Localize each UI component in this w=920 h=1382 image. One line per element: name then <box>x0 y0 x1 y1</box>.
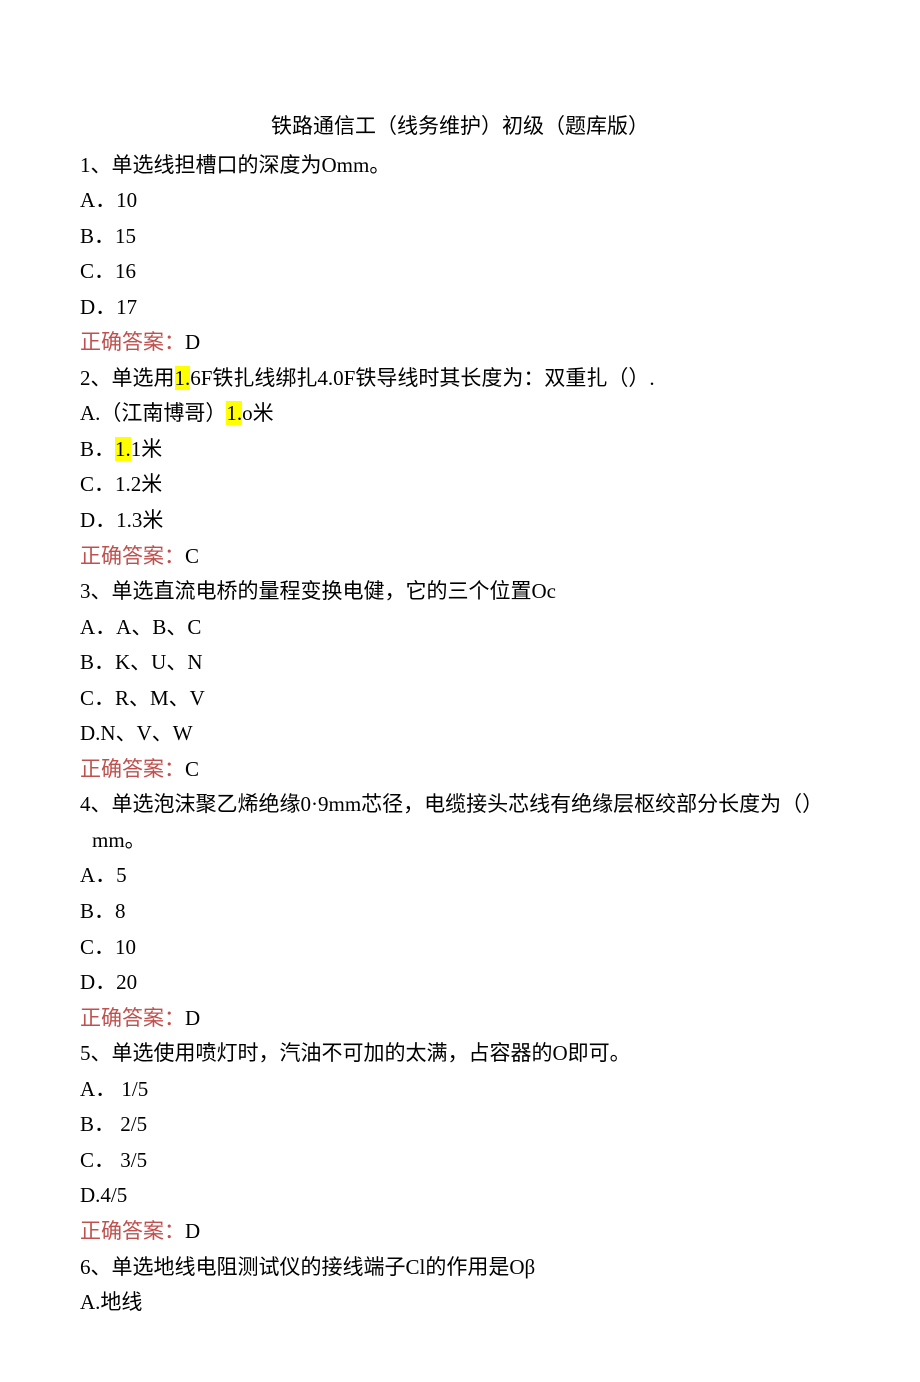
q2-b-post: 1米 <box>131 437 163 461</box>
q5-option-b: B． 2/5 <box>80 1108 840 1141</box>
q2-a-post: o米 <box>242 401 274 425</box>
q5-option-a: A． 1/5 <box>80 1073 840 1106</box>
q4-option-a: A．5 <box>80 859 840 892</box>
answer-label: 正确答案： <box>80 330 185 354</box>
answer-value: C <box>185 544 199 568</box>
page-title: 铁路通信工（线务维护）初级（题库版） <box>80 110 840 143</box>
q3-option-a: A．A、B、C <box>80 611 840 644</box>
q2-b-pre: B． <box>80 437 115 461</box>
q1-option-b: B．15 <box>80 220 840 253</box>
q1-option-d: D．17 <box>80 291 840 324</box>
q6-option-a: A.地线 <box>80 1286 840 1319</box>
q2-option-d: D．1.3米 <box>80 504 840 537</box>
q4-answer: 正确答案：D <box>80 1002 840 1035</box>
q2-stem-mid: 6F铁扎线绑扎4.0F铁导线时其长度为：双重扎（）. <box>190 366 654 390</box>
answer-label: 正确答案： <box>80 1219 185 1243</box>
q5-stem: 5、单选使用喷灯时，汽油不可加的太满，占容器的O即可。 <box>80 1037 840 1070</box>
answer-label: 正确答案： <box>80 757 185 781</box>
q5-answer: 正确答案：D <box>80 1215 840 1248</box>
answer-value: D <box>185 1219 200 1243</box>
q4-option-b: B．8 <box>80 895 840 928</box>
highlight-text: 1. <box>175 366 191 390</box>
highlight-text: 1. <box>115 437 131 461</box>
q2-stem-pre: 2、单选用 <box>80 366 175 390</box>
q2-answer: 正确答案：C <box>80 540 840 573</box>
q5-option-c: C． 3/5 <box>80 1144 840 1177</box>
q4-option-c: C．10 <box>80 931 840 964</box>
q6-stem: 6、单选地线电阻测试仪的接线端子Cl的作用是Oβ <box>80 1251 840 1284</box>
q1-option-a: A．10 <box>80 184 840 217</box>
q1-option-c: C．16 <box>80 255 840 288</box>
q5-option-d: D.4/5 <box>80 1179 840 1212</box>
answer-value: D <box>185 1006 200 1030</box>
q1-answer: 正确答案：D <box>80 326 840 359</box>
q3-option-d: D.N、V、W <box>80 717 840 750</box>
answer-label: 正确答案： <box>80 544 185 568</box>
q3-option-c: C．R、M、V <box>80 682 840 715</box>
q3-option-b: B．K、U、N <box>80 646 840 679</box>
q4-stem-line1: 4、单选泡沫聚乙烯绝缘0·9mm芯径，电缆接头芯线有绝缘层枢绞部分长度为（） <box>80 788 840 821</box>
answer-value: C <box>185 757 199 781</box>
q2-stem: 2、单选用1.6F铁扎线绑扎4.0F铁导线时其长度为：双重扎（）. <box>80 362 840 395</box>
q2-a-pre: A.（江南博哥） <box>80 401 226 425</box>
document-page: 铁路通信工（线务维护）初级（题库版） 1、单选线担槽口的深度为Omm。 A．10… <box>0 0 920 1382</box>
q2-option-a: A.（江南博哥）1.o米 <box>80 397 840 430</box>
q3-stem: 3、单选直流电桥的量程变换电健，它的三个位置Oc <box>80 575 840 608</box>
answer-value: D <box>185 330 200 354</box>
q4-option-d: D．20 <box>80 966 840 999</box>
highlight-text: 1. <box>226 401 242 425</box>
q1-stem: 1、单选线担槽口的深度为Omm。 <box>80 149 840 182</box>
q4-stem-line2: mm。 <box>80 824 840 857</box>
q2-option-b: B．1.1米 <box>80 433 840 466</box>
q2-option-c: C．1.2米 <box>80 468 840 501</box>
q3-answer: 正确答案：C <box>80 753 840 786</box>
answer-label: 正确答案： <box>80 1006 185 1030</box>
